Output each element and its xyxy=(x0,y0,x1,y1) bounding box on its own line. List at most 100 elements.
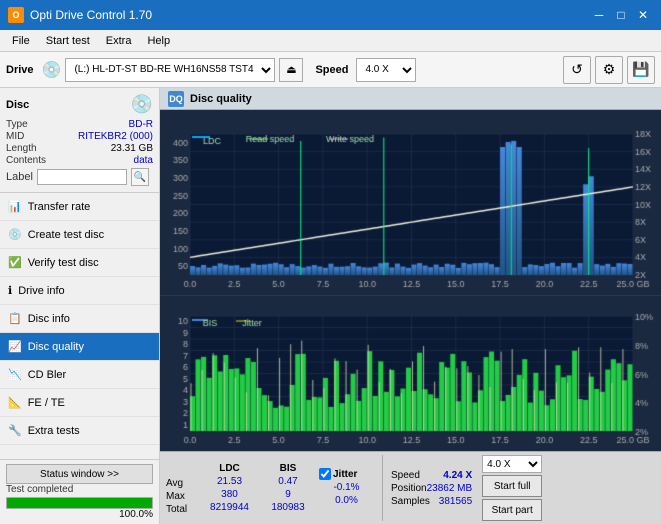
nav-disc-quality[interactable]: 📈 Disc quality xyxy=(0,333,159,361)
nav-cd-bler[interactable]: 📉 CD Bler xyxy=(0,361,159,389)
progress-bar-outer xyxy=(6,497,153,509)
disc-quality-header-icon: DQ xyxy=(168,91,184,107)
ldc-avg: 21.53 xyxy=(202,476,257,487)
bis-header: BIS xyxy=(263,463,313,474)
nav-cd-bler-label: CD Bler xyxy=(28,369,67,381)
top-chart-wrapper xyxy=(160,110,661,296)
ldc-header: LDC xyxy=(202,463,257,474)
bis-total: 180983 xyxy=(263,502,313,513)
status-window-button[interactable]: Status window >> xyxy=(6,464,153,484)
app-icon: O xyxy=(8,7,24,23)
disc-length-row: Length 23.31 GB xyxy=(6,143,153,154)
disc-contents-row: Contents data xyxy=(6,155,153,166)
position-value: 23862 MB xyxy=(427,483,473,494)
nav-create-test-disc[interactable]: 💿 Create test disc xyxy=(0,221,159,249)
settings-button[interactable]: ⚙ xyxy=(595,56,623,84)
fe-te-icon: 📐 xyxy=(8,396,22,409)
nav-drive-info[interactable]: ℹ Drive info xyxy=(0,277,159,305)
drive-info-icon: ℹ xyxy=(8,284,12,297)
stats-speed-select[interactable]: 4.0 X xyxy=(482,455,542,473)
cd-bler-icon: 📉 xyxy=(8,368,22,381)
nav-fe-te[interactable]: 📐 FE / TE xyxy=(0,389,159,417)
charts-container xyxy=(160,110,661,451)
menu-help[interactable]: Help xyxy=(139,33,178,49)
disc-quality-title: Disc quality xyxy=(190,93,252,105)
nav-verify-test-disc[interactable]: ✅ Verify test disc xyxy=(0,249,159,277)
disc-type-label: Type xyxy=(6,119,28,130)
disc-quality-icon: 📈 xyxy=(8,340,22,353)
nav-extra-tests[interactable]: 🔧 Extra tests xyxy=(0,417,159,445)
disc-length-value: 23.31 GB xyxy=(111,143,153,154)
bottom-chart-canvas xyxy=(160,296,661,451)
nav-transfer-rate[interactable]: 📊 Transfer rate xyxy=(0,193,159,221)
max-label: Max xyxy=(166,491,196,502)
nav-fe-te-label: FE / TE xyxy=(28,397,65,409)
start-part-button[interactable]: Start part xyxy=(482,499,542,521)
menu-start-test[interactable]: Start test xyxy=(38,33,98,49)
speed-selector[interactable]: 4.0 X xyxy=(356,58,416,82)
bottom-chart-wrapper xyxy=(160,296,661,451)
stats-bar: Avg Max Total LDC 21.53 380 8219944 BIS … xyxy=(160,451,661,524)
menu-extra[interactable]: Extra xyxy=(98,33,140,49)
main-layout: Disc 💿 Type BD-R MID RITEKBR2 (000) Leng… xyxy=(0,88,661,524)
disc-contents-value: data xyxy=(134,155,153,166)
extra-tests-icon: 🔧 xyxy=(8,424,22,437)
disc-type-row: Type BD-R xyxy=(6,119,153,130)
disc-contents-label: Contents xyxy=(6,155,46,166)
jitter-checkbox[interactable] xyxy=(319,468,331,480)
progress-label: 100.0% xyxy=(6,509,153,520)
drive-label: Drive xyxy=(6,64,34,76)
sidebar: Disc 💿 Type BD-R MID RITEKBR2 (000) Leng… xyxy=(0,88,160,524)
disc-mid-row: MID RITEKBR2 (000) xyxy=(6,131,153,142)
nav-disc-info-label: Disc info xyxy=(28,313,70,325)
disc-header: Disc 💿 xyxy=(6,94,153,115)
minimize-button[interactable]: ─ xyxy=(589,5,609,25)
nav-transfer-rate-label: Transfer rate xyxy=(28,201,91,213)
progress-bar-inner xyxy=(7,498,152,508)
nav-disc-quality-label: Disc quality xyxy=(28,341,84,353)
drive-icon: 💿 xyxy=(42,60,62,80)
content-area: DQ Disc quality Avg Max Total xyxy=(160,88,661,524)
samples-label: Samples xyxy=(391,496,430,507)
samples-value: 381565 xyxy=(439,496,472,507)
disc-length-label: Length xyxy=(6,143,37,154)
avg-label: Avg xyxy=(166,478,196,489)
transfer-rate-icon: 📊 xyxy=(8,200,22,213)
jitter-avg: -0.1% xyxy=(319,482,374,493)
disc-quality-header: DQ Disc quality xyxy=(160,88,661,110)
disc-info-icon: 📋 xyxy=(8,312,22,325)
save-button[interactable]: 💾 xyxy=(627,56,655,84)
title-bar-left: O Opti Drive Control 1.70 xyxy=(8,7,152,23)
drive-selector[interactable]: (L:) HL-DT-ST BD-RE WH16NS58 TST4 xyxy=(65,58,275,82)
menu-file[interactable]: File xyxy=(4,33,38,49)
app-icon-text: O xyxy=(12,10,19,20)
top-chart-canvas xyxy=(160,110,661,295)
close-button[interactable]: ✕ xyxy=(633,5,653,25)
jitter-header: Jitter xyxy=(333,469,357,480)
start-full-button[interactable]: Start full xyxy=(482,475,542,497)
disc-title: Disc xyxy=(6,99,29,111)
disc-label-row: Label 🔍 xyxy=(6,168,153,186)
disc-panel: Disc 💿 Type BD-R MID RITEKBR2 (000) Leng… xyxy=(0,88,159,193)
verify-test-disc-icon: ✅ xyxy=(8,256,22,269)
create-test-disc-icon: 💿 xyxy=(8,228,22,241)
eject-button[interactable]: ⏏ xyxy=(279,58,303,82)
position-label: Position xyxy=(391,483,427,494)
title-bar-title: Opti Drive Control 1.70 xyxy=(30,8,152,22)
nav-create-test-disc-label: Create test disc xyxy=(28,229,104,241)
disc-mid-value: RITEKBR2 (000) xyxy=(78,131,153,142)
disc-label-input[interactable] xyxy=(37,169,127,185)
jitter-max: 0.0% xyxy=(319,495,374,506)
title-bar-controls: ─ □ ✕ xyxy=(589,5,653,25)
nav-items: 📊 Transfer rate 💿 Create test disc ✅ Ver… xyxy=(0,193,159,459)
title-bar: O Opti Drive Control 1.70 ─ □ ✕ xyxy=(0,0,661,30)
disc-label-button[interactable]: 🔍 xyxy=(131,168,149,186)
menu-bar: File Start test Extra Help xyxy=(0,30,661,52)
nav-extra-tests-label: Extra tests xyxy=(28,425,80,437)
refresh-button[interactable]: ↺ xyxy=(563,56,591,84)
ldc-max: 380 xyxy=(202,489,257,500)
total-label: Total xyxy=(166,504,196,515)
nav-disc-info[interactable]: 📋 Disc info xyxy=(0,305,159,333)
nav-drive-info-label: Drive info xyxy=(18,285,64,297)
maximize-button[interactable]: □ xyxy=(611,5,631,25)
